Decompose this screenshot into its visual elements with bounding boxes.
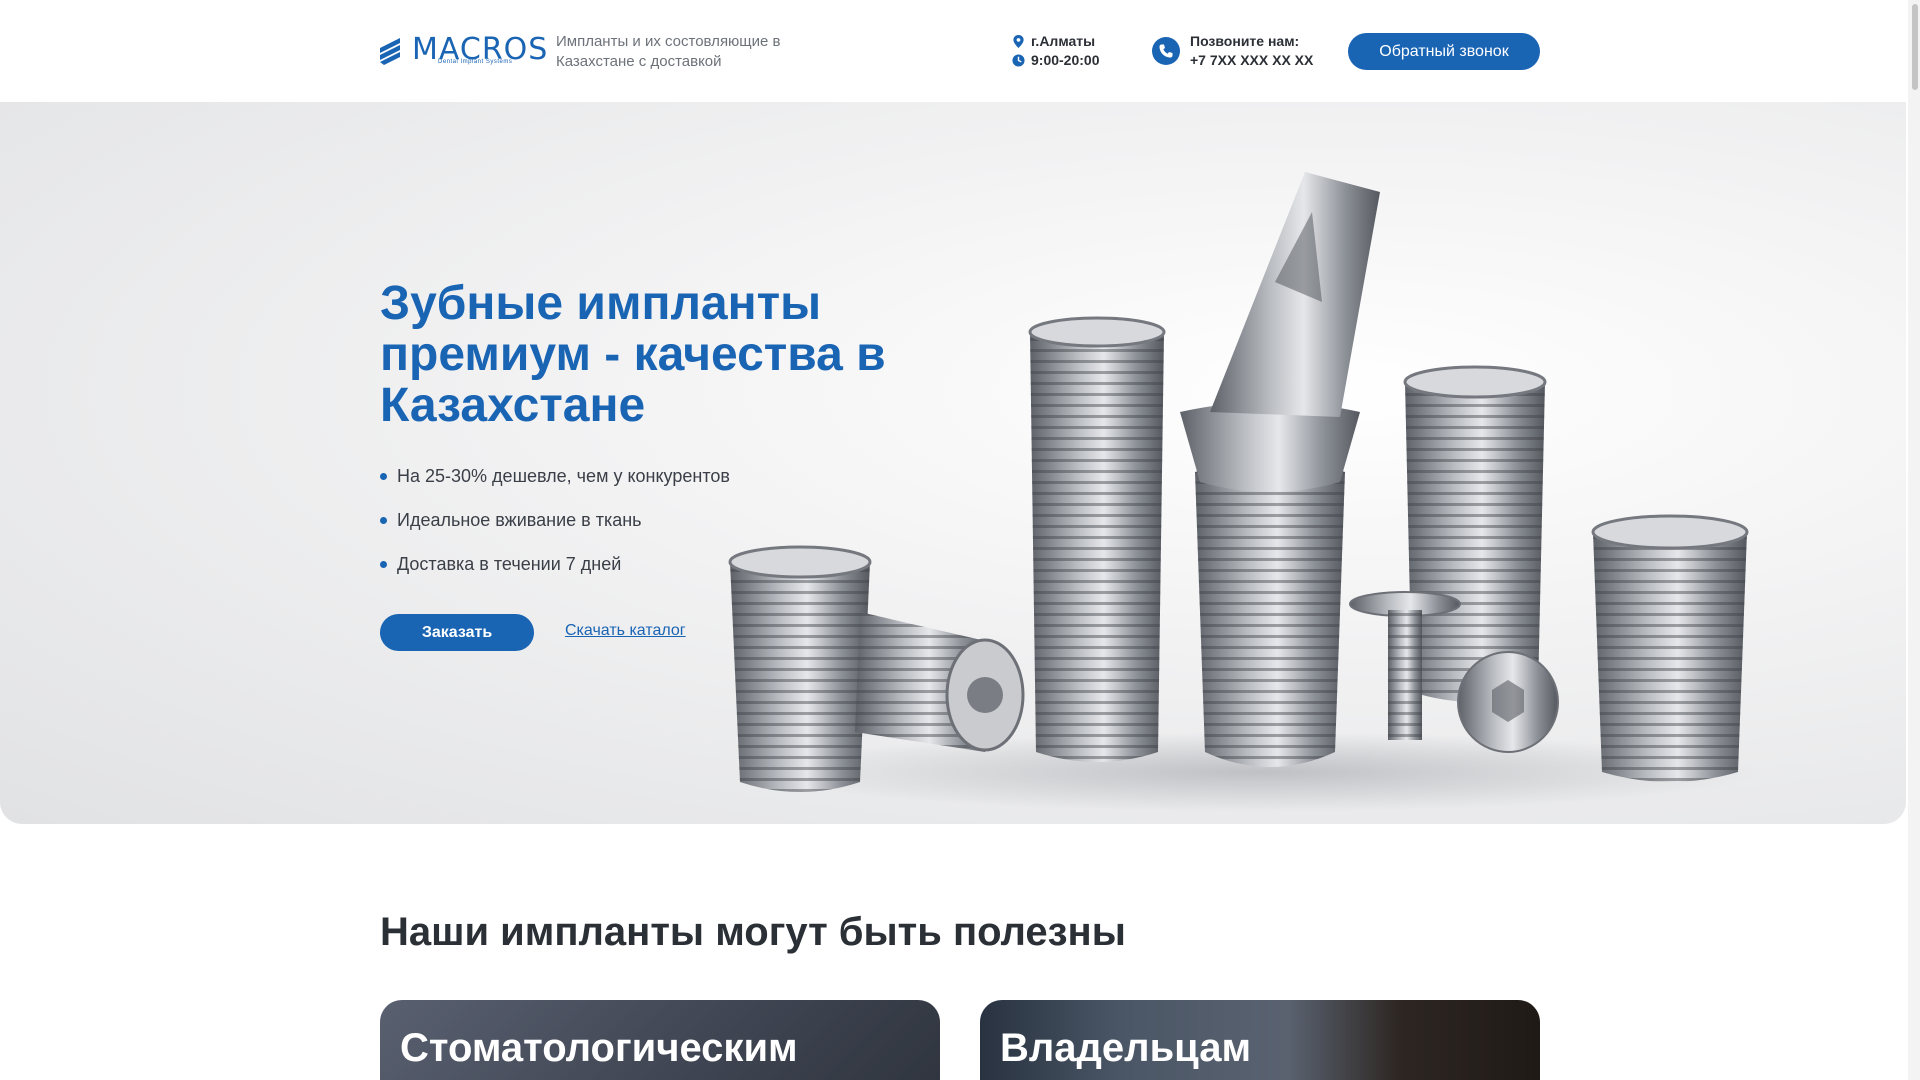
benefit-item: Доставка в течении 7 дней [380,550,730,594]
card-title: Стоматологическим [400,1026,798,1070]
logo[interactable]: MACROS Dental Implant Systems [378,32,547,72]
hours-text: 9:00-20:00 [1031,52,1100,68]
callback-button[interactable]: Обратный звонок [1348,33,1540,70]
call-label: Позвоните нам: [1190,33,1300,49]
logo-subtitle: Dental Implant Systems [438,59,513,65]
phone-contact[interactable]: Позвоните нам: +7 7XX XXX XX XX [1152,32,1313,70]
phone-number[interactable]: +7 7XX XXX XX XX [1190,51,1313,70]
download-catalog-link[interactable]: Скачать каталог [565,622,686,640]
phone-icon [1152,37,1180,65]
city-text: г.Алматы [1031,33,1096,49]
dental-implants-image [728,172,1760,812]
benefit-item: На 25-30% дешевле, чем у конкурентов [380,462,730,506]
site-header: MACROS Dental Implant Systems Импланты и… [0,0,1920,102]
location-hours: г.Алматы 9:00-20:00 [1012,32,1100,70]
map-pin-icon [1013,35,1024,48]
page-scrollbar[interactable] [1908,0,1920,1080]
order-button[interactable]: Заказать [380,614,534,651]
card-title: Владельцам [1000,1026,1252,1070]
card-owners[interactable]: Владельцам [980,1000,1540,1080]
header-tagline: Импланты и их состовляющие в Казахстане … [556,33,781,70]
clock-icon [1012,54,1025,67]
scroll-thumb[interactable] [1912,4,1918,90]
benefit-item: Идеальное вживание в ткань [380,506,730,550]
benefits-list: На 25-30% дешевле, чем у конкурентов Иде… [380,462,730,594]
logo-mark-icon [380,38,400,65]
section-title: Наши импланты могут быть полезны [380,910,1126,954]
card-dentists[interactable]: Стоматологическим [380,1000,940,1080]
hero-section: Зубные импланты премиум - качества в Каз… [0,102,1906,824]
